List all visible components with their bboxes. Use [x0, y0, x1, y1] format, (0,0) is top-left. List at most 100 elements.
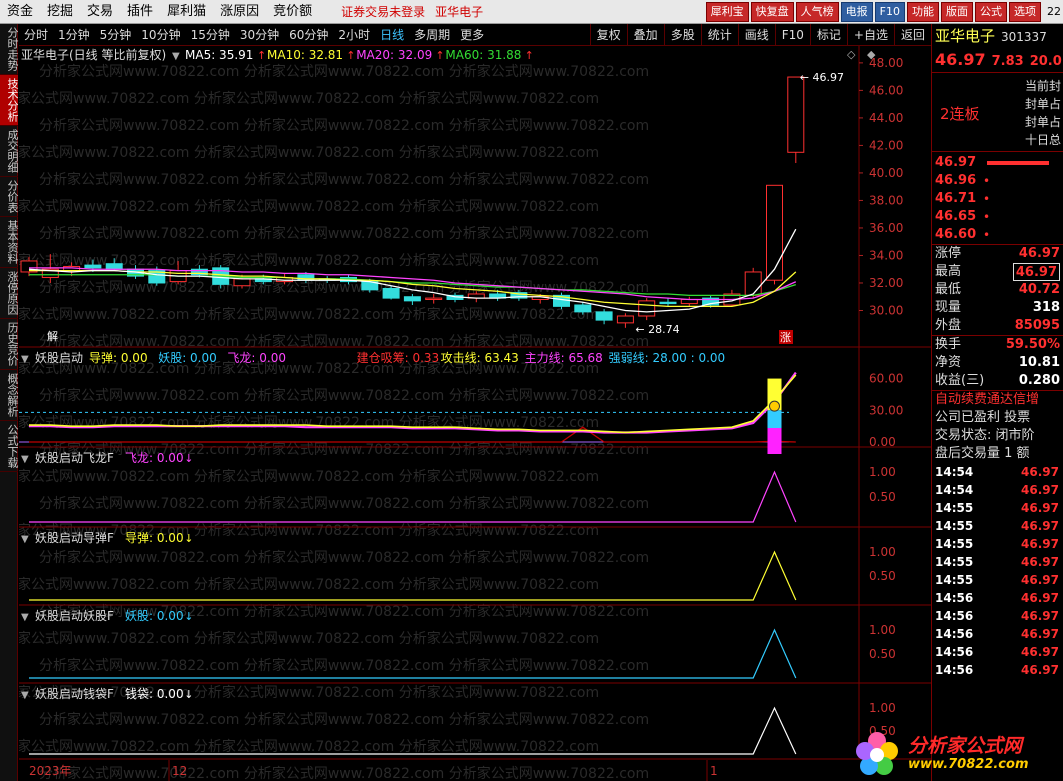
period-10[interactable]: 更多	[455, 26, 489, 43]
tool-1[interactable]: 叠加	[626, 23, 664, 46]
tick-time: 14:56	[935, 591, 974, 605]
stat2-label: 换手	[935, 337, 962, 352]
tick-list[interactable]: 14:54 46.97 14:54 46.97 14:55 46.97 14:55 46.97…	[932, 463, 1063, 679]
bid-price: 46.97	[935, 155, 977, 170]
period-3[interactable]: 10分钟	[136, 26, 185, 43]
ma-label-1: MA10: 32.81	[267, 48, 343, 62]
info-block: 自动续费通达信增 公司已盈利 投票 交易状态: 闭市阶 盘后交易量 1 额	[932, 391, 1063, 463]
stat-label: 现量	[935, 300, 962, 315]
watermark-text: 分析家公式网www.70822.com 分析家公式网www.70822.com …	[19, 576, 599, 593]
left-tab-2[interactable]: 成交明细	[0, 126, 19, 177]
tick-row: 14:56 46.97	[932, 643, 1063, 661]
board-item-1: 封单占	[1024, 97, 1061, 111]
period-7[interactable]: 2小时	[333, 26, 375, 43]
indicator1-axis-label: 0.00	[869, 435, 896, 449]
candle-body	[84, 264, 102, 269]
stat2-row: 换手 59.50%	[932, 336, 1063, 354]
tool-0[interactable]: 复权	[589, 23, 627, 46]
bid-row: 46.65 •	[932, 208, 1063, 226]
login-status[interactable]: 证券交易未登录	[341, 3, 425, 20]
tool-2[interactable]: 多股	[663, 23, 701, 46]
watermark-text: 分析家公式网www.70822.com 分析家公式网www.70822.com …	[19, 198, 599, 215]
left-tab-8[interactable]: 公式下载	[0, 421, 19, 472]
tool-5[interactable]: F10	[774, 23, 810, 46]
menu-item-6[interactable]: 竞价额	[266, 0, 319, 24]
watermark-text: 分析家公式网www.70822.com 分析家公式网www.70822.com …	[39, 657, 649, 674]
bid-dot-icon: •	[983, 174, 991, 188]
menu-item-2[interactable]: 交易	[80, 0, 120, 24]
left-tab-6[interactable]: 历史竞价	[0, 319, 19, 370]
left-tab-1[interactable]: 技术分析	[0, 75, 19, 126]
watermark-text: 分析家公式网www.70822.com 分析家公式网www.70822.com …	[39, 225, 649, 242]
limit-board-box: 2连板 当前封 封单占 封单占 十日总	[932, 72, 1063, 152]
indicator1-item-4: 攻击线: 63.43	[441, 351, 519, 365]
candle-body	[638, 300, 656, 317]
period-6[interactable]: 60分钟	[284, 26, 333, 43]
left-tab-5[interactable]: 涨停原因	[0, 268, 19, 319]
indicator1-axis-label: 60.00	[869, 372, 903, 386]
period-5[interactable]: 30分钟	[235, 26, 284, 43]
indicator1-item-6: 强弱线: 28.00 : 0.00	[609, 351, 726, 365]
menu-item-5[interactable]: 涨原因	[213, 0, 266, 24]
period-0[interactable]: 分时	[19, 26, 53, 43]
bid-row: 46.97	[932, 154, 1063, 172]
subpanel-title-3: 妖股启动钱袋F	[35, 686, 114, 701]
tool-8[interactable]: 返回	[893, 23, 931, 46]
tick-time: 14:55	[935, 555, 974, 569]
top-button-0[interactable]: 犀利宝	[705, 1, 749, 22]
top-button-5[interactable]: 功能	[907, 1, 939, 22]
menu-item-0[interactable]: 资金	[0, 0, 40, 24]
date-label-2: 1	[710, 764, 718, 778]
left-tab-4[interactable]: 基本资料	[0, 217, 19, 268]
left-tab-7[interactable]: 概念解析	[0, 370, 19, 421]
low-price-label: ← 28.74	[635, 323, 679, 336]
price-row: 46.97 7.83 20.0	[932, 48, 1063, 72]
stat-value: 85095	[1014, 318, 1060, 333]
tool-7[interactable]: +自选	[846, 23, 894, 46]
tool-3[interactable]: 统计	[700, 23, 738, 46]
period-2[interactable]: 5分钟	[95, 26, 137, 43]
tick-price: 46.97	[1021, 501, 1059, 515]
left-tab-3[interactable]: 分价表	[0, 177, 19, 217]
quote-panel: 亚华电子 301337 46.97 7.83 20.0 2连板 当前封 封单占 封单占 十日…	[931, 24, 1063, 781]
top-button-1[interactable]: 快复盘	[750, 1, 794, 22]
money-bag-icon	[769, 400, 780, 412]
chart-area[interactable]: 分析家公式网www.70822.com 分析家公式网www.70822.com …	[19, 46, 931, 781]
stats-block: 涨停 46.97 最高 46.97 最低 40.72 现量 318 外盘 85095	[932, 245, 1063, 335]
stat-label: 涨停	[935, 246, 962, 261]
watermark-text: 分析家公式网www.70822.com 分析家公式网www.70822.com …	[39, 549, 649, 566]
period-8[interactable]: 日线	[375, 26, 409, 43]
info-line-3: 盘后交易量 1 额	[935, 446, 1030, 461]
watermark-text: 分析家公式网www.70822.com 分析家公式网www.70822.com …	[19, 414, 599, 431]
stock-name-row: 亚华电子 301337	[932, 24, 1063, 48]
up-arrow-icon: ↑	[257, 49, 266, 62]
candle-body	[616, 315, 634, 324]
left-tab-0[interactable]: 分时走势	[0, 24, 19, 75]
tick-time: 14:54	[935, 465, 974, 479]
menu-item-1[interactable]: 挖掘	[40, 0, 80, 24]
tick-time: 14:56	[935, 645, 974, 659]
tick-row: 14:55 46.97	[932, 535, 1063, 553]
menu-item-3[interactable]: 插件	[120, 0, 160, 24]
top-button-3[interactable]: 电报	[840, 1, 873, 22]
price-axis-label: 40.00	[869, 166, 903, 180]
tool-4[interactable]: 画线	[737, 23, 775, 46]
period-9[interactable]: 多周期	[409, 26, 455, 43]
top-button-8[interactable]: 选项	[1009, 1, 1041, 22]
indicator1-axis-label: 30.00	[869, 403, 903, 417]
candle-body	[744, 271, 762, 296]
menu-item-4[interactable]: 犀利猫	[160, 0, 213, 24]
watermark-text: 分析家公式网www.70822.com 分析家公式网www.70822.com …	[19, 630, 599, 647]
period-4[interactable]: 15分钟	[186, 26, 235, 43]
period-1[interactable]: 1分钟	[53, 26, 95, 43]
bid-price: 46.60	[935, 227, 977, 242]
tool-6[interactable]: 标记	[809, 23, 847, 46]
dropdown-icon: ▼	[21, 454, 29, 465]
main-title: 亚华电子(日线 等比前复权)	[21, 47, 166, 62]
candle-body	[105, 263, 123, 270]
top-button-7[interactable]: 公式	[975, 1, 1007, 22]
top-button-6[interactable]: 版面	[941, 1, 973, 22]
stat2-value: 10.81	[1018, 355, 1060, 370]
top-button-2[interactable]: 人气榜	[795, 1, 839, 22]
top-button-4[interactable]: F10	[874, 1, 905, 22]
